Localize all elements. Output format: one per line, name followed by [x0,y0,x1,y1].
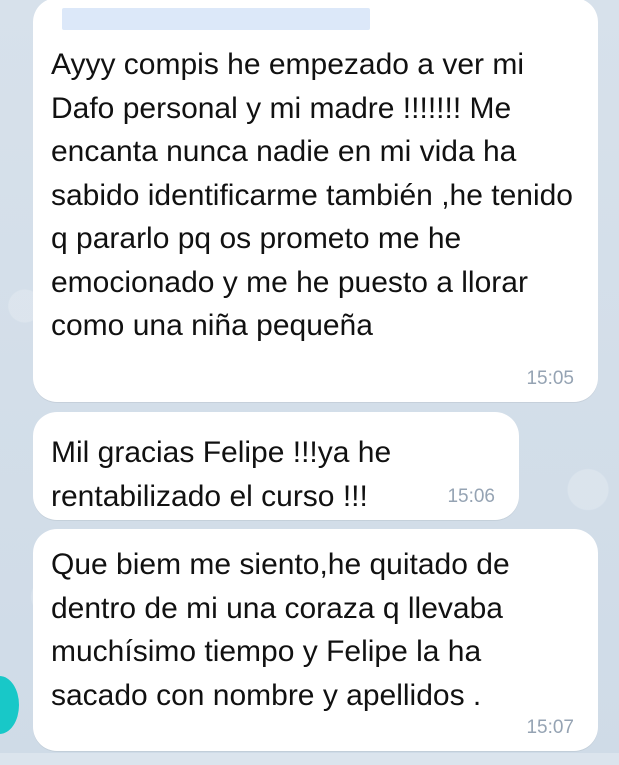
message-text: Ayyy compis he empezado a ver mi Dafo pe… [51,48,573,342]
message-bubble[interactable]: Ayyy compis he empezado a ver mi Dafo pe… [33,0,598,402]
bottom-strip [0,753,619,765]
message-bubble[interactable]: Que biem me siento,he quitado de dentro … [33,529,598,751]
message-time: 15:06 [447,486,495,507]
message-text: Que biem me siento,he quitado de dentro … [51,548,510,712]
redacted-sender-name [62,8,370,30]
message-bubble[interactable]: Mil gracias Felipe !!!ya he rentabilizad… [33,412,519,520]
message-time: 15:05 [526,368,574,389]
message-text: Mil gracias Felipe !!!ya he rentabilizad… [51,436,392,513]
message-time: 15:07 [526,717,574,738]
